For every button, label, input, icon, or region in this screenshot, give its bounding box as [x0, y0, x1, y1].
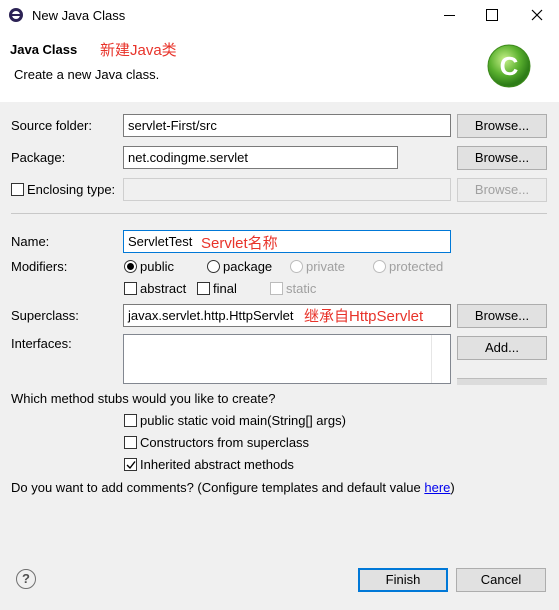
title-annotation: 新建Java类 — [100, 42, 177, 59]
main-method-checkbox[interactable] — [124, 414, 137, 427]
finish-button[interactable]: Finish — [358, 568, 448, 592]
superclass-value: javax.servlet.http.HttpServlet — [128, 308, 294, 323]
inherited-methods-label: Inherited abstract methods — [140, 457, 294, 472]
enclosing-type-checkbox[interactable] — [11, 183, 24, 196]
name-label: Name: — [11, 234, 50, 249]
interfaces-list[interactable] — [123, 334, 451, 384]
separator — [11, 213, 547, 214]
comments-suffix: ) — [450, 480, 455, 495]
modifier-public-label: public — [140, 259, 174, 274]
name-input[interactable]: ServletTest — [123, 230, 451, 253]
svg-text:C: C — [500, 51, 519, 81]
modifier-package-label: package — [223, 259, 273, 274]
minimize-button[interactable] — [430, 0, 470, 31]
final-label: final — [213, 281, 237, 296]
eclipse-app-icon — [8, 7, 24, 23]
superclass-browse-button[interactable]: Browse... — [457, 304, 547, 328]
configure-templates-link[interactable]: here — [424, 480, 450, 495]
final-checkbox[interactable] — [197, 282, 210, 295]
wizard-description: Create a new Java class. — [14, 67, 160, 82]
title-bar: New Java Class — [0, 0, 559, 32]
interfaces-label: Interfaces: — [11, 336, 72, 351]
comments-text: Do you want to add comments? (Configure … — [11, 480, 425, 495]
package-input[interactable]: net.codingme.servlet — [123, 146, 398, 169]
enclosing-type-browse-button[interactable]: Browse... — [457, 178, 547, 202]
package-browse-button[interactable]: Browse... — [457, 146, 547, 170]
inherited-methods-checkbox[interactable] — [124, 458, 137, 471]
remove-interface-button[interactable] — [457, 378, 547, 385]
modifiers-label: Modifiers: — [11, 259, 68, 274]
enclosing-type-label: Enclosing type: — [27, 182, 116, 197]
source-folder-input[interactable]: servlet-First/src — [123, 114, 451, 137]
help-button[interactable]: ? — [16, 569, 36, 589]
superclass-annotation: 继承自HttpServlet — [304, 308, 424, 325]
modifier-protected-radio[interactable] — [373, 260, 386, 273]
source-folder-browse-button[interactable]: Browse... — [457, 114, 547, 138]
constructors-label: Constructors from superclass — [140, 435, 310, 450]
name-value: ServletTest — [128, 234, 193, 249]
abstract-checkbox[interactable] — [124, 282, 137, 295]
add-interface-button[interactable]: Add... — [457, 336, 547, 360]
help-icon: ? — [22, 571, 30, 586]
enclosing-type-input[interactable] — [123, 178, 451, 201]
package-label: Package: — [11, 150, 66, 165]
close-button[interactable] — [514, 0, 558, 31]
wizard-title: Java Class — [10, 42, 78, 57]
static-checkbox[interactable] — [270, 282, 283, 295]
main-method-label: public static void main(String[] args) — [140, 413, 346, 428]
name-annotation: Servlet名称 — [201, 235, 278, 252]
abstract-label: abstract — [140, 281, 187, 296]
constructors-checkbox[interactable] — [124, 436, 137, 449]
source-folder-label: Source folder: — [11, 118, 92, 133]
modifier-public-radio[interactable] — [124, 260, 137, 273]
modifier-private-radio[interactable] — [290, 260, 303, 273]
maximize-button[interactable] — [472, 0, 512, 31]
modifier-protected-label: protected — [389, 259, 444, 274]
stubs-question: Which method stubs would you like to cre… — [11, 391, 276, 406]
modifier-private-label: private — [306, 259, 346, 274]
new-class-logo-icon: C — [486, 43, 532, 89]
modifier-package-radio[interactable] — [207, 260, 220, 273]
cancel-button[interactable]: Cancel — [456, 568, 546, 592]
static-label: static — [286, 281, 317, 296]
superclass-label: Superclass: — [11, 308, 79, 323]
comments-question: Do you want to add comments? (Configure … — [11, 480, 455, 495]
window-title: New Java Class — [32, 8, 126, 23]
wizard-header: Java Class 新建Java类 Create a new Java cla… — [0, 31, 559, 103]
